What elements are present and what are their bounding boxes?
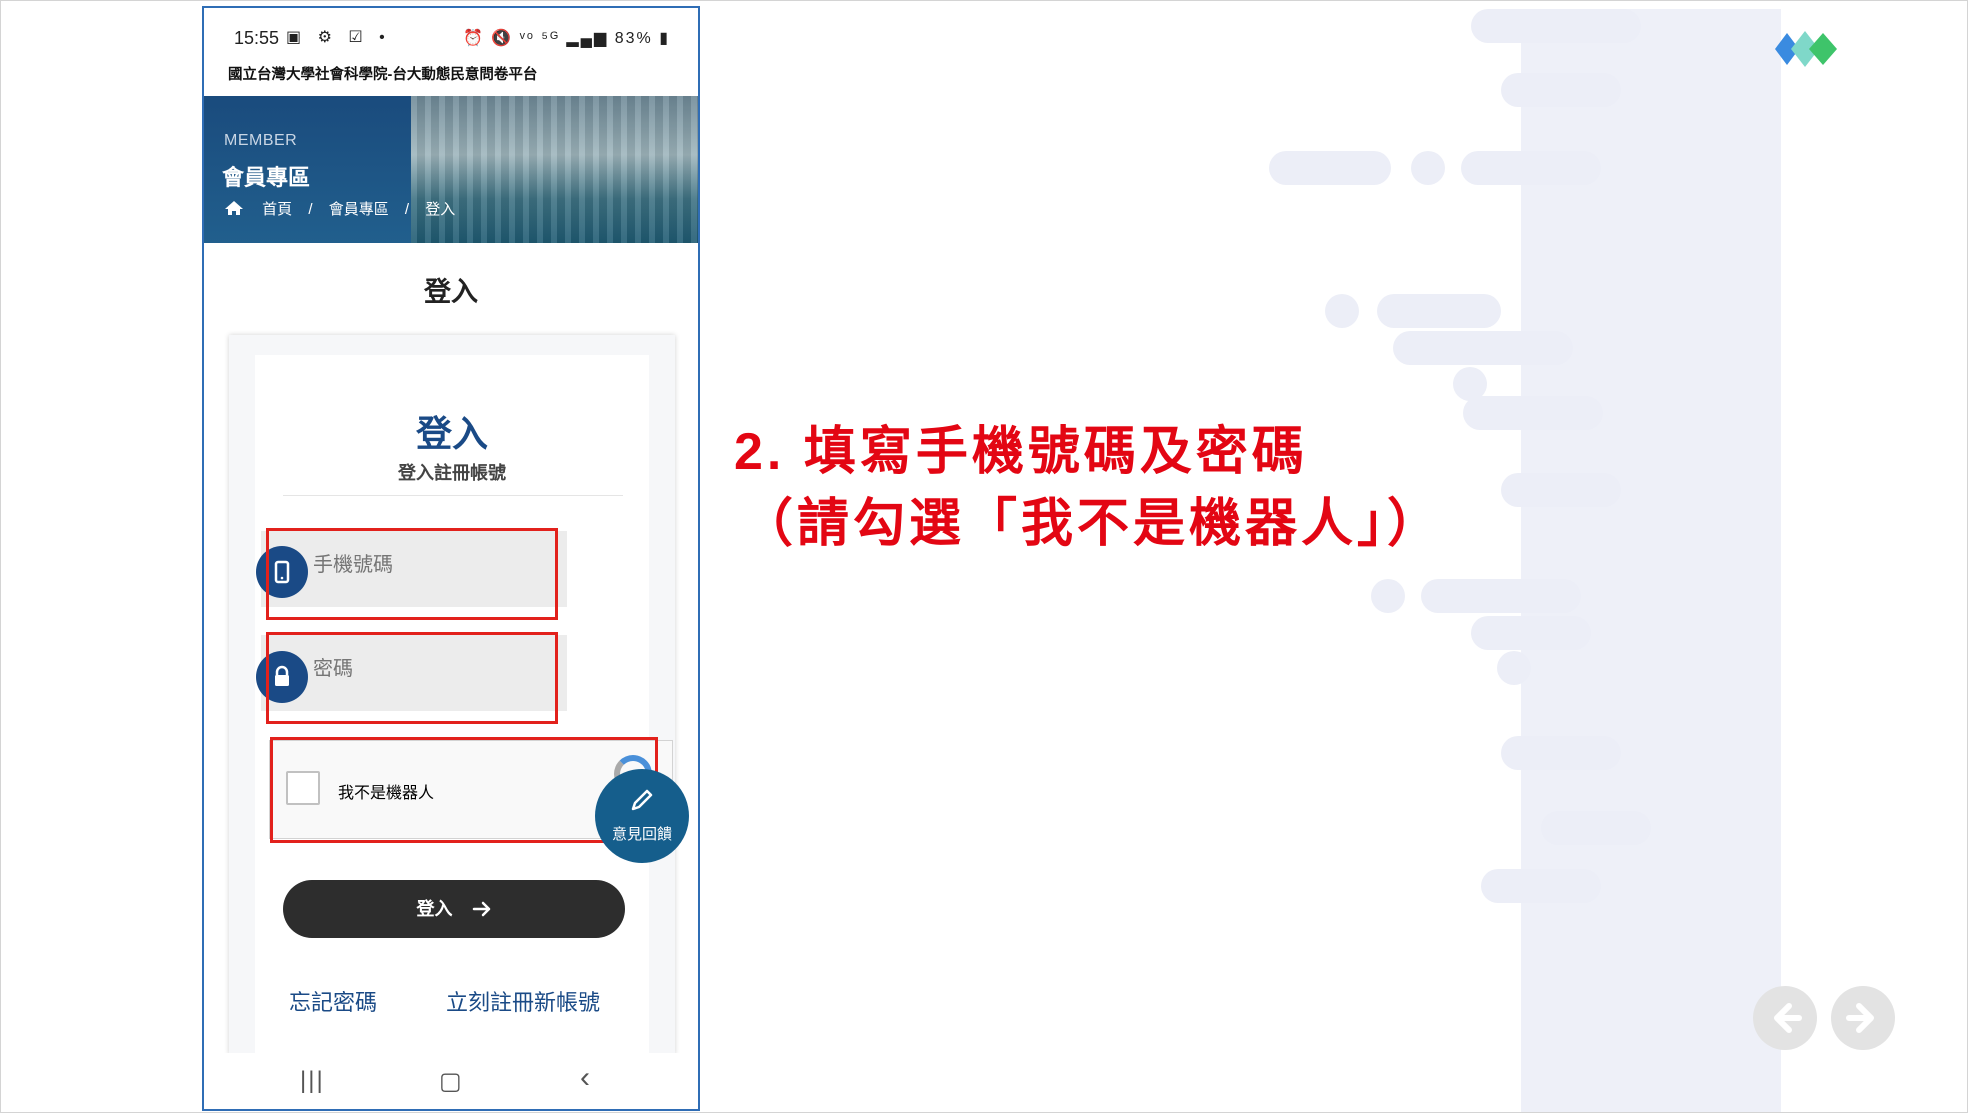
decor-pill <box>1471 616 1591 650</box>
arrow-left-icon <box>1774 1003 1802 1033</box>
phone-screenshot: 15:55 ▣ ⚙ ☑ • ⏰ 🔇 ᵛᵒ ⁵ᴳ ▂▄▆ 83% ▮ 國立台灣大學… <box>202 6 700 1111</box>
ntuws-logo-icon <box>1775 31 1837 67</box>
decor-pill <box>1501 736 1621 770</box>
breadcrumb-login: 登入 <box>425 201 456 218</box>
feedback-button[interactable]: 意見回饋 <box>595 769 689 863</box>
login-title: 登入 <box>415 413 488 454</box>
next-slide-button[interactable] <box>1831 986 1895 1050</box>
decor-dot <box>1325 294 1359 328</box>
page-title: 登入 <box>424 277 478 307</box>
decor-dot <box>1497 651 1531 685</box>
site-title: 國立台灣大學社會科學院-台大動態民意問卷平台 <box>228 67 538 83</box>
decor-pill <box>1501 473 1621 507</box>
decor-pill <box>1541 811 1651 845</box>
back-button[interactable]: ‹ <box>580 1061 590 1095</box>
decor-pill <box>1463 396 1603 430</box>
breadcrumb: 首頁 / 會員專區 / 登入 <box>224 198 467 219</box>
decor-pill <box>1501 73 1621 107</box>
password-highlight-box <box>266 632 558 724</box>
breadcrumb-member[interactable]: 會員專區 <box>329 201 389 218</box>
decor-pill <box>1421 579 1581 613</box>
city-banner-image <box>411 96 698 243</box>
battery-icon: ▮ <box>652 30 670 47</box>
feedback-label: 意見回饋 <box>611 826 672 843</box>
previous-slide-button[interactable] <box>1753 986 1817 1050</box>
decor-pill <box>1393 331 1573 365</box>
home-button[interactable]: ▢ <box>439 1067 462 1096</box>
recent-apps-button[interactable]: ||| <box>300 1067 325 1095</box>
decor-dot <box>1371 579 1405 613</box>
register-link[interactable]: 立刻註冊新帳號 <box>446 985 600 1017</box>
decor-pill <box>1269 151 1391 185</box>
home-icon[interactable] <box>224 200 244 216</box>
signal-icon: ⏰ 🔇 ᵛᵒ ⁵ᴳ ▂▄▆ <box>462 30 615 47</box>
login-button-label: 登入 <box>416 899 453 919</box>
android-nav-bar: ||| ▢ ‹ <box>204 1053 698 1109</box>
login-button[interactable]: 登入 <box>283 880 625 938</box>
battery-text: 83% <box>614 30 653 47</box>
member-label: MEMBER <box>224 132 298 149</box>
forgot-password-link[interactable]: 忘記密碼 <box>289 985 377 1017</box>
phone-highlight-box <box>266 528 558 620</box>
login-subtitle: 登入註冊帳號 <box>398 463 506 483</box>
decor-dot <box>1411 151 1445 185</box>
slide: NTUWS 2. 填寫手機號碼及密碼 （請勾選「我不是機器人」） 15:55 ▣… <box>0 0 1968 1113</box>
status-time: 15:55 <box>234 28 280 48</box>
brand-logo-text: NTUWS <box>1844 27 1967 69</box>
decor-pill <box>1481 869 1601 903</box>
breadcrumb-home[interactable]: 首頁 <box>262 201 292 218</box>
status-bar: 15:55 ▣ ⚙ ☑ • ⏰ 🔇 ᵛᵒ ⁵ᴳ ▂▄▆ 83% ▮ <box>204 8 698 68</box>
instruction-line-2: （請勾選「我不是機器人」） <box>741 495 1444 553</box>
decor-pill <box>1471 9 1641 43</box>
decor-pill <box>1461 151 1601 185</box>
decor-pill <box>1377 294 1501 328</box>
member-banner: MEMBER 會員專區 首頁 / 會員專區 / 登入 <box>204 96 698 243</box>
divider <box>283 495 623 496</box>
breadcrumb-separator: / <box>404 201 410 218</box>
pencil-icon <box>631 789 653 811</box>
breadcrumb-separator: / <box>308 201 313 218</box>
instruction-line-1: 2. 填寫手機號碼及密碼 <box>734 423 1308 481</box>
arrow-right-icon <box>472 901 490 917</box>
battery-level: ⏰ 🔇 ᵛᵒ ⁵ᴳ ▂▄▆ 83% ▮ <box>463 28 670 48</box>
member-title: 會員專區 <box>222 165 311 190</box>
status-icons: ▣ ⚙ ☑ • <box>286 29 391 46</box>
arrow-right-icon <box>1846 1003 1874 1033</box>
